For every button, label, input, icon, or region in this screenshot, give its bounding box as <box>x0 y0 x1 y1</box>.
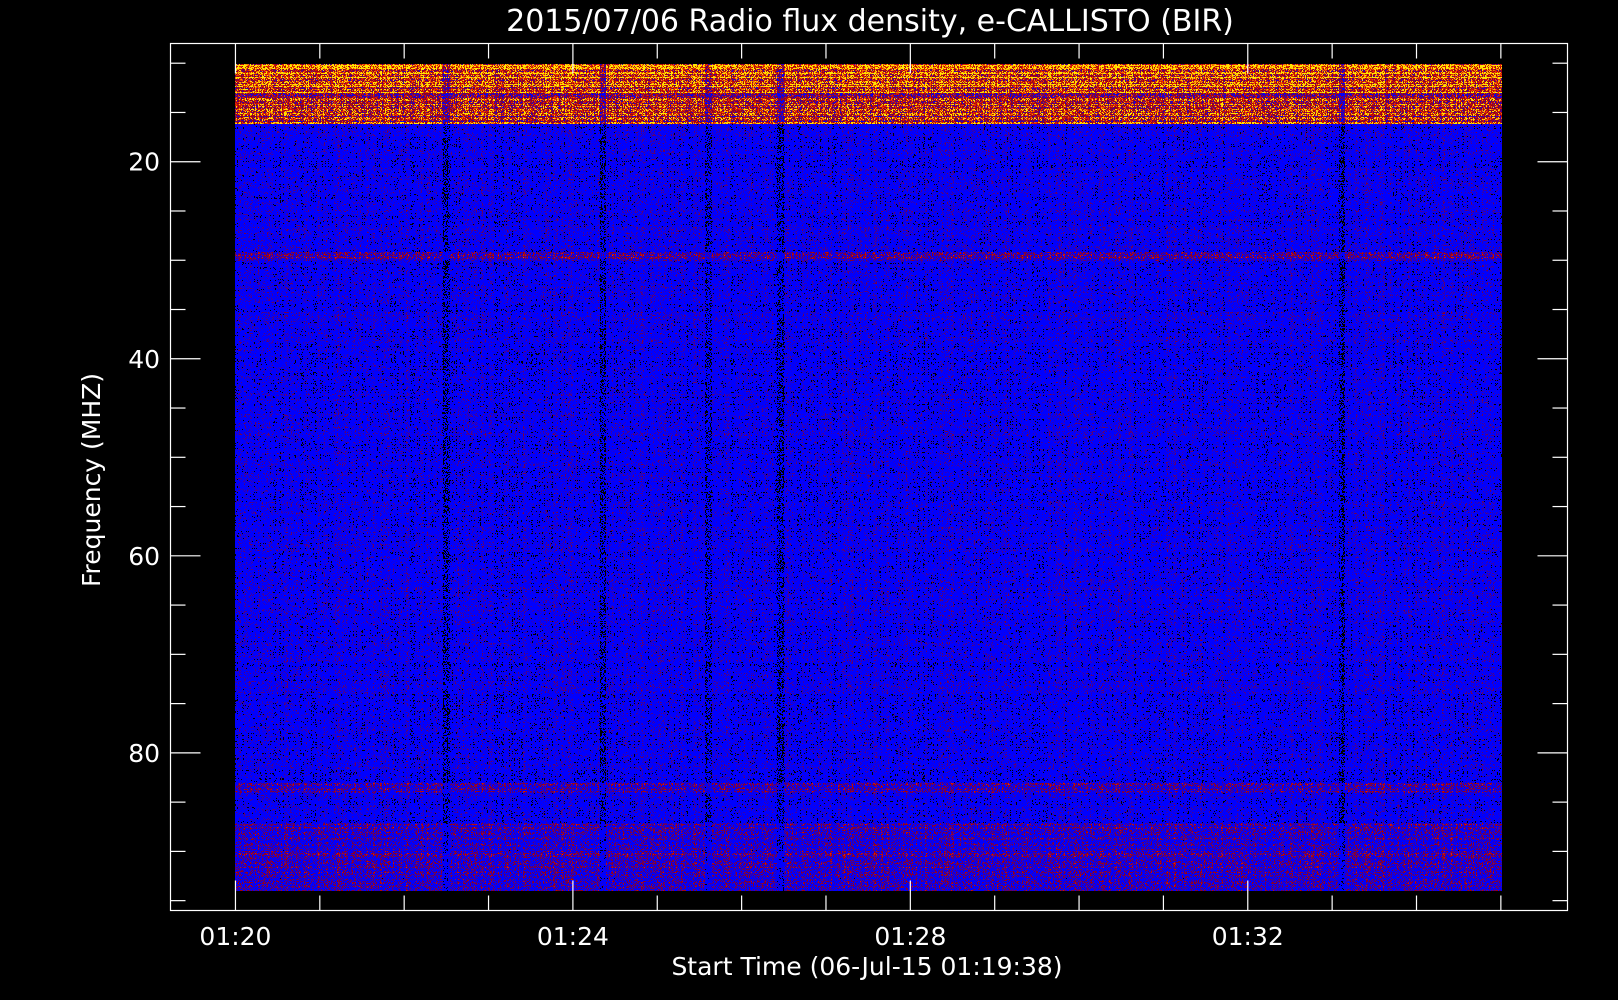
x-tick-label: 01:32 <box>1212 922 1284 951</box>
spectrogram-figure: 2015/07/06 Radio flux density, e-CALLIST… <box>0 0 1618 1000</box>
y-tick-label: 60 <box>128 542 160 571</box>
y-tick-label: 40 <box>128 345 160 374</box>
x-axis-title: Start Time (06-Jul-15 01:19:38) <box>671 952 1062 981</box>
chart-axes: 2015/07/06 Radio flux density, e-CALLIST… <box>77 4 1569 981</box>
plot-frame <box>169 42 1569 912</box>
x-tick-label: 01:24 <box>537 922 609 951</box>
chart-title: 2015/07/06 Radio flux density, e-CALLIST… <box>506 4 1234 39</box>
x-tick-label: 01:28 <box>874 922 946 951</box>
y-tick-label: 20 <box>128 148 160 177</box>
y-axis-title: Frequency (MHZ) <box>77 373 106 587</box>
y-tick-label: 80 <box>128 739 160 768</box>
x-tick-label: 01:20 <box>199 922 271 951</box>
